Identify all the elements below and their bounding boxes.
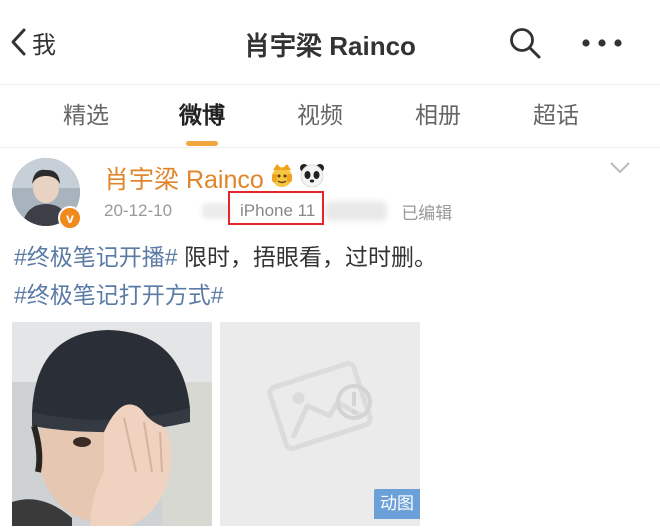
gif-badge: 动图 [374, 489, 420, 519]
tab-weibo[interactable]: 微博 [162, 85, 242, 149]
topic-link-2[interactable]: #终极笔记打开方式# [14, 282, 224, 308]
profile-tabs: 精选 微博 视频 相册 超话 [0, 84, 660, 148]
tab-videos[interactable]: 视频 [280, 85, 360, 149]
chevron-down-icon[interactable] [608, 160, 632, 176]
edited-label[interactable]: 已编辑 [401, 199, 452, 224]
top-navigation-bar: 我 肖宇梁 Rainco [0, 0, 660, 84]
page-title: 肖宇梁 Rainco [244, 31, 416, 61]
panda-emoji-icon [300, 164, 324, 188]
tab-super-topic[interactable]: 超话 [516, 85, 596, 149]
post-date: 20-12-10 [104, 201, 173, 220]
device-highlight-box [228, 191, 324, 225]
post-image-photo[interactable] [12, 322, 212, 526]
user-emoji-badges [268, 160, 326, 190]
tab-albums[interactable]: 相册 [398, 85, 478, 149]
post-text: #终极笔记开播# 限时，捂眼看，过时删。 #终极笔记打开方式# [14, 238, 644, 314]
crown-face-emoji-icon [272, 164, 292, 187]
verified-badge-icon: v [58, 206, 82, 230]
blurred-time [202, 203, 230, 219]
topic-link-1[interactable]: #终极笔记开播# [14, 244, 178, 270]
weibo-post: v 肖宇梁 Rainco 20-12-10 iPhone 11 已编辑 #终极笔… [0, 148, 660, 531]
tab-featured[interactable]: 精选 [46, 85, 126, 149]
photo-image [12, 322, 212, 526]
blurred-region [325, 201, 388, 221]
search-icon[interactable] [508, 26, 542, 60]
post-text-body: 限时，捂眼看，过时删。 [177, 244, 437, 270]
more-options-icon[interactable] [580, 30, 624, 56]
active-tab-indicator [186, 141, 218, 146]
